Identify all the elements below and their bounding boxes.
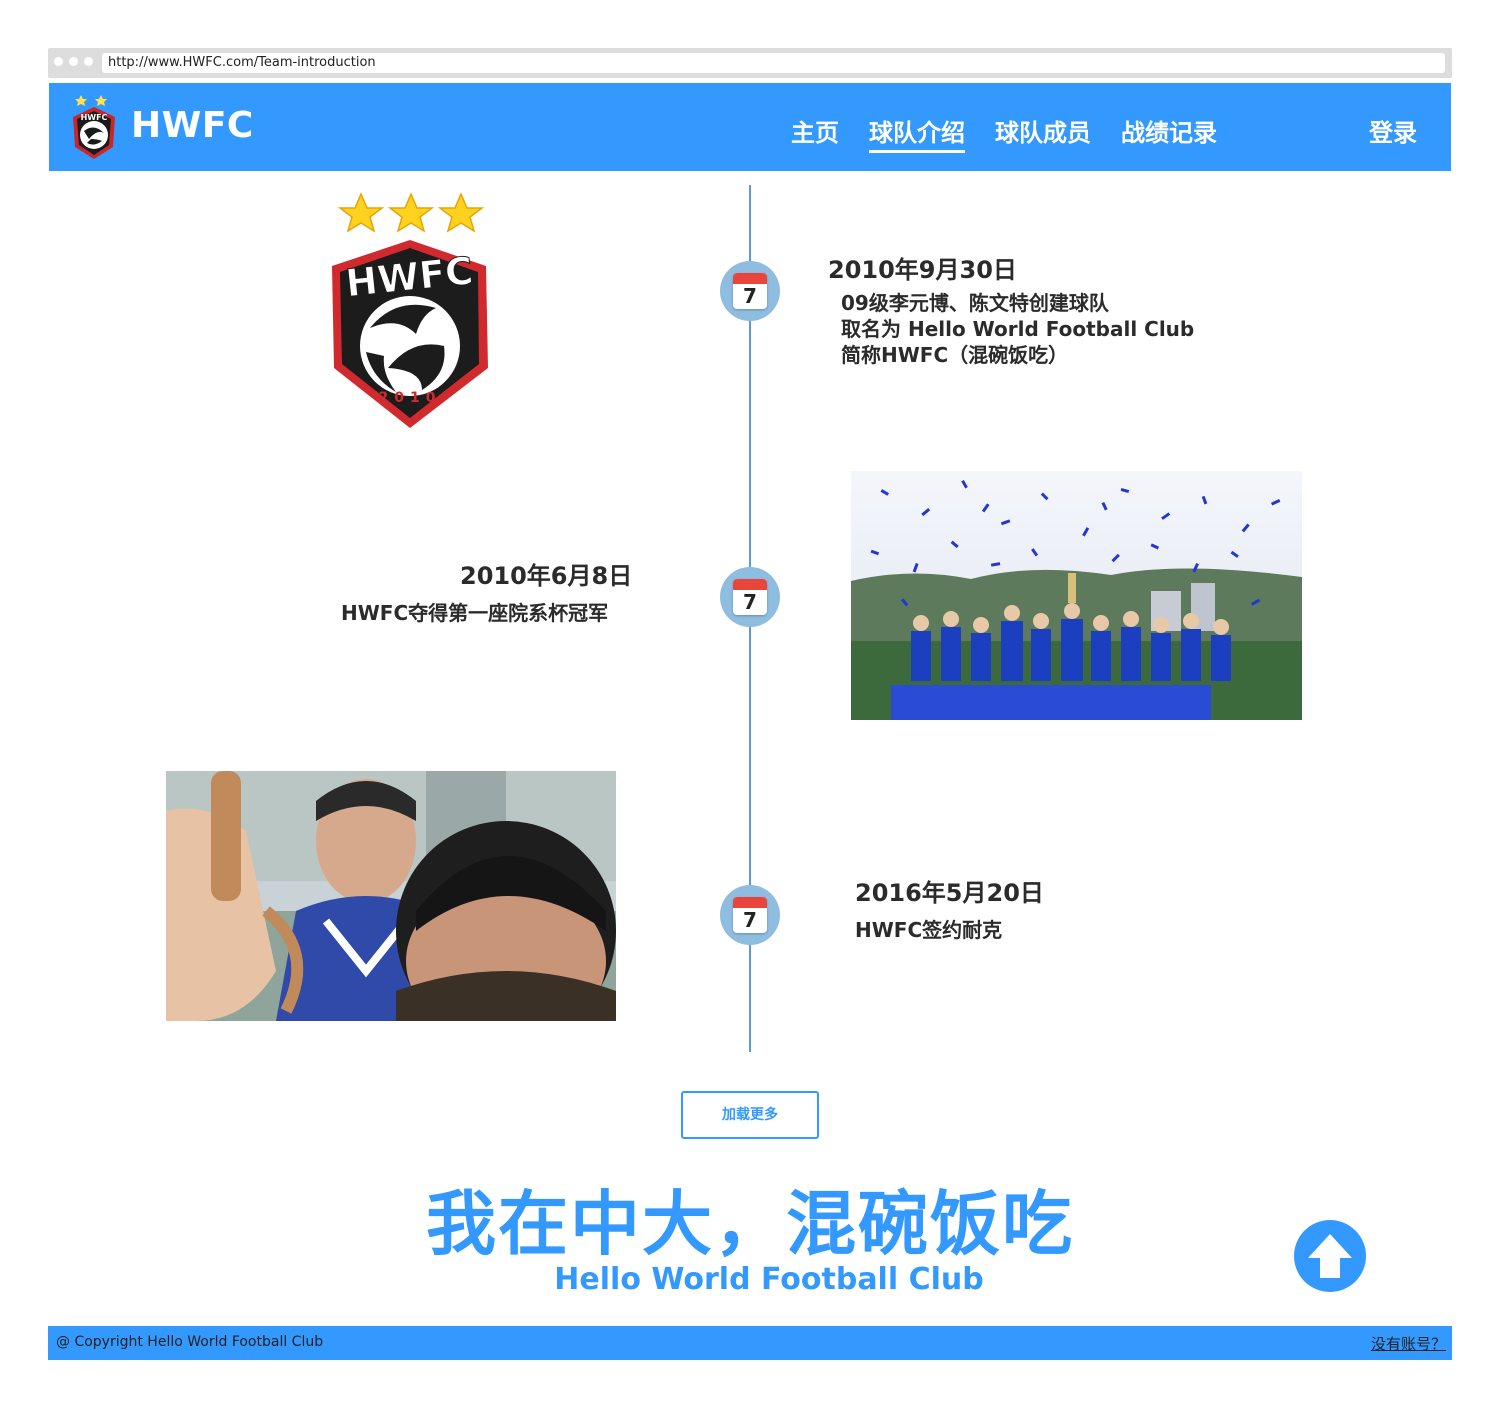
nav-team-intro[interactable]: 球队介绍 xyxy=(869,113,965,153)
calendar-icon: 7 xyxy=(720,261,780,321)
browser-address-bar: http://www.HWFC.com/Team-introduction xyxy=(48,48,1452,78)
back-to-top-button[interactable] xyxy=(1294,1220,1366,1292)
main-nav: 主页 球队介绍 球队成员 战绩记录 xyxy=(791,113,1247,153)
brand-name: HWFC xyxy=(131,104,254,146)
event-date: 2016年5月20日 xyxy=(855,879,1044,907)
slogan-subtitle: Hello World Football Club xyxy=(554,1262,984,1297)
site-header: HWFC HWFC 主页 球队介绍 球队成员 战绩记录 登录 xyxy=(49,83,1451,171)
copyright-text: @ Copyright Hello World Football Club xyxy=(56,1334,324,1350)
calendar-icon: 7 xyxy=(720,567,780,627)
event-description: 09级李元博、陈文特创建球队 取名为 Hello World Football … xyxy=(841,290,1194,368)
nav-team-members[interactable]: 球队成员 xyxy=(995,113,1091,153)
event-line: 取名为 Hello World Football Club xyxy=(841,317,1195,341)
calendar-icon: 7 xyxy=(720,885,780,945)
event-description: HWFC夺得第一座院系杯冠军 xyxy=(341,600,608,626)
nav-records[interactable]: 战绩记录 xyxy=(1121,113,1217,153)
window-dot xyxy=(84,57,93,66)
arrow-up-icon xyxy=(1308,1234,1352,1278)
nav-home[interactable]: 主页 xyxy=(791,113,839,153)
no-account-link[interactable]: 没有账号？ xyxy=(1371,1333,1446,1354)
team-crest-image: HWFC 2010 xyxy=(326,188,504,438)
svg-text:2010: 2010 xyxy=(379,390,442,406)
championship-photo xyxy=(851,471,1302,720)
event-date: 2010年9月30日 xyxy=(828,256,1017,284)
window-dot xyxy=(54,57,63,66)
nike-signing-photo xyxy=(166,771,616,1021)
site-footer: @ Copyright Hello World Football Club 没有… xyxy=(48,1326,1452,1360)
event-line: HWFC签约耐克 xyxy=(855,918,1003,942)
event-line: HWFC夺得第一座院系杯冠军 xyxy=(341,601,609,625)
url-input[interactable]: http://www.HWFC.com/Team-introduction xyxy=(102,53,1445,73)
svg-text:HWFC: HWFC xyxy=(81,113,108,122)
event-line: 简称HWFC（混碗饭吃） xyxy=(841,343,1069,367)
event-line: 09级李元博、陈文特创建球队 xyxy=(841,291,1109,315)
brand[interactable]: HWFC HWFC xyxy=(67,89,254,161)
event-date: 2010年6月8日 xyxy=(460,562,633,590)
login-link[interactable]: 登录 xyxy=(1369,113,1417,148)
event-description: HWFC签约耐克 xyxy=(855,917,1002,943)
window-controls xyxy=(54,57,93,66)
hwfc-logo-icon: HWFC xyxy=(73,95,115,159)
window-dot xyxy=(69,57,78,66)
slogan-title: 我在中大，混碗饭吃 xyxy=(426,1183,1074,1265)
load-more-button[interactable]: 加载更多 xyxy=(681,1091,819,1139)
